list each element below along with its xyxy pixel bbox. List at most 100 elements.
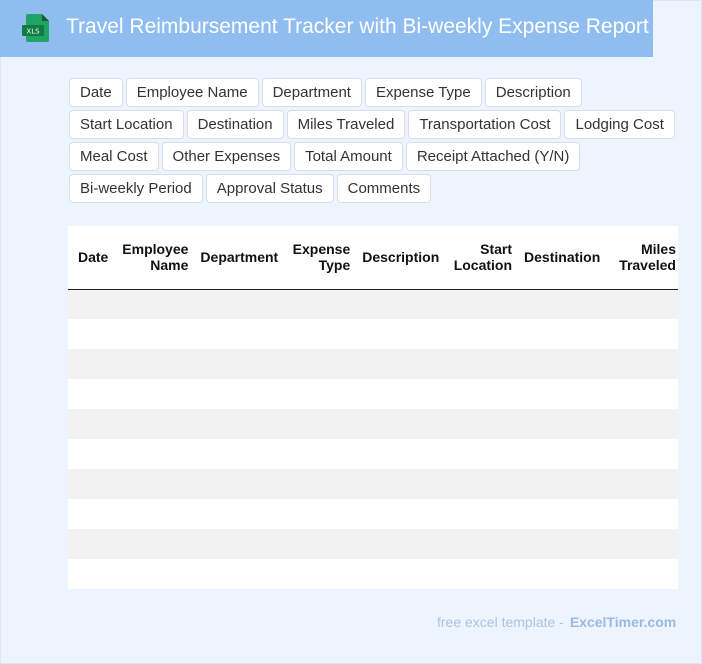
table-cell[interactable] bbox=[352, 499, 442, 529]
table-row bbox=[68, 349, 678, 379]
field-chip[interactable]: Lodging Cost bbox=[564, 110, 675, 139]
table-cell[interactable] bbox=[441, 349, 515, 379]
field-chip[interactable]: Description bbox=[484, 78, 582, 107]
table-cell[interactable] bbox=[603, 409, 678, 439]
table-cell[interactable] bbox=[603, 379, 678, 409]
table-cell[interactable] bbox=[441, 499, 515, 529]
table-cell[interactable] bbox=[281, 379, 353, 409]
table-cell[interactable] bbox=[603, 499, 678, 529]
footer-brand-link[interactable]: ExcelTimer.com bbox=[570, 614, 676, 630]
field-chip[interactable]: Start Location bbox=[69, 110, 184, 139]
table-cell[interactable] bbox=[190, 499, 282, 529]
table-cell[interactable] bbox=[352, 289, 442, 319]
table-cell[interactable] bbox=[441, 529, 515, 559]
table-cell[interactable] bbox=[112, 289, 191, 319]
table-cell[interactable] bbox=[281, 319, 353, 349]
table-cell[interactable] bbox=[281, 469, 353, 499]
table-cell[interactable] bbox=[281, 349, 353, 379]
table-cell[interactable] bbox=[352, 409, 442, 439]
field-chip[interactable]: Comments bbox=[336, 174, 432, 203]
table-cell[interactable] bbox=[68, 289, 113, 319]
table-cell[interactable] bbox=[514, 559, 604, 589]
table-cell[interactable] bbox=[281, 559, 353, 589]
table-cell[interactable] bbox=[190, 469, 282, 499]
table-cell[interactable] bbox=[68, 439, 113, 469]
table-cell[interactable] bbox=[190, 559, 282, 589]
table-cell[interactable] bbox=[68, 529, 113, 559]
table-cell[interactable] bbox=[514, 349, 604, 379]
table-cell[interactable] bbox=[112, 499, 191, 529]
table-cell[interactable] bbox=[68, 409, 113, 439]
table-cell[interactable] bbox=[441, 559, 515, 589]
table-cell[interactable] bbox=[112, 319, 191, 349]
field-chip[interactable]: Employee Name bbox=[125, 78, 259, 107]
field-chip[interactable]: Other Expenses bbox=[161, 142, 292, 171]
table-cell[interactable] bbox=[352, 529, 442, 559]
table-cell[interactable] bbox=[281, 529, 353, 559]
table-cell[interactable] bbox=[68, 559, 113, 589]
data-table-container[interactable]: Date Employee Name Department Expense Type D… bbox=[68, 226, 678, 589]
table-cell[interactable] bbox=[514, 289, 604, 319]
field-chip[interactable]: Receipt Attached (Y/N) bbox=[405, 142, 581, 171]
table-cell[interactable] bbox=[112, 469, 191, 499]
table-cell[interactable] bbox=[603, 319, 678, 349]
field-chip[interactable]: Expense Type bbox=[364, 78, 482, 107]
table-cell[interactable] bbox=[514, 499, 604, 529]
table-cell[interactable] bbox=[603, 349, 678, 379]
table-cell[interactable] bbox=[352, 469, 442, 499]
table-cell[interactable] bbox=[514, 319, 604, 349]
table-cell[interactable] bbox=[603, 439, 678, 469]
table-cell[interactable] bbox=[603, 289, 678, 319]
table-cell[interactable] bbox=[603, 529, 678, 559]
field-chip[interactable]: Date bbox=[69, 78, 123, 107]
table-cell[interactable] bbox=[352, 559, 442, 589]
table-cell[interactable] bbox=[190, 409, 282, 439]
table-cell[interactable] bbox=[112, 349, 191, 379]
table-cell[interactable] bbox=[68, 319, 113, 349]
table-cell[interactable] bbox=[441, 379, 515, 409]
table-cell[interactable] bbox=[441, 289, 515, 319]
table-cell[interactable] bbox=[68, 379, 113, 409]
table-cell[interactable] bbox=[441, 469, 515, 499]
table-cell[interactable] bbox=[112, 439, 191, 469]
field-chip[interactable]: Transportation Cost bbox=[408, 110, 562, 139]
table-cell[interactable] bbox=[281, 289, 353, 319]
field-chip[interactable]: Meal Cost bbox=[69, 142, 159, 171]
field-chip[interactable]: Bi-weekly Period bbox=[69, 174, 203, 203]
field-chip[interactable]: Approval Status bbox=[205, 174, 334, 203]
table-cell[interactable] bbox=[112, 559, 191, 589]
table-cell[interactable] bbox=[190, 529, 282, 559]
table-cell[interactable] bbox=[190, 439, 282, 469]
table-cell[interactable] bbox=[190, 349, 282, 379]
table-cell[interactable] bbox=[112, 529, 191, 559]
table-cell[interactable] bbox=[441, 409, 515, 439]
table-cell[interactable] bbox=[190, 379, 282, 409]
table-cell[interactable] bbox=[68, 469, 113, 499]
table-cell[interactable] bbox=[514, 529, 604, 559]
table-cell[interactable] bbox=[281, 499, 353, 529]
table-cell[interactable] bbox=[514, 409, 604, 439]
table-cell[interactable] bbox=[281, 409, 353, 439]
table-cell[interactable] bbox=[603, 559, 678, 589]
table-cell[interactable] bbox=[68, 499, 113, 529]
table-cell[interactable] bbox=[441, 439, 515, 469]
field-chip[interactable]: Total Amount bbox=[294, 142, 403, 171]
table-cell[interactable] bbox=[514, 469, 604, 499]
table-cell[interactable] bbox=[190, 319, 282, 349]
table-cell[interactable] bbox=[352, 439, 442, 469]
table-cell[interactable] bbox=[68, 349, 113, 379]
table-cell[interactable] bbox=[112, 409, 191, 439]
field-chip[interactable]: Department bbox=[261, 78, 362, 107]
table-cell[interactable] bbox=[514, 439, 604, 469]
table-cell[interactable] bbox=[352, 349, 442, 379]
table-cell[interactable] bbox=[112, 379, 191, 409]
table-cell[interactable] bbox=[190, 289, 282, 319]
table-cell[interactable] bbox=[281, 439, 353, 469]
table-cell[interactable] bbox=[514, 379, 604, 409]
table-cell[interactable] bbox=[603, 469, 678, 499]
field-chip[interactable]: Miles Traveled bbox=[286, 110, 406, 139]
table-cell[interactable] bbox=[352, 379, 442, 409]
table-cell[interactable] bbox=[352, 319, 442, 349]
field-chip[interactable]: Destination bbox=[186, 110, 284, 139]
table-cell[interactable] bbox=[441, 319, 515, 349]
